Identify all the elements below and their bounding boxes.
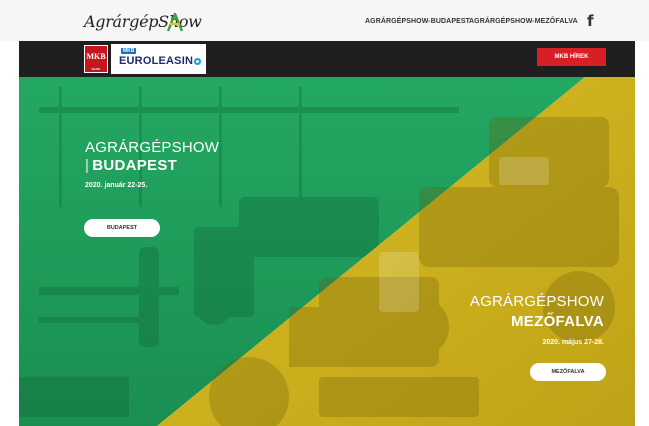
mezofalva-button[interactable]: MEZŐFALVA: [530, 363, 606, 381]
budapest-button[interactable]: BUDAPEST: [84, 219, 160, 237]
budapest-subtitle: BUDAPEST: [92, 157, 178, 174]
budapest-date: 2020. január 22-25.: [85, 182, 148, 189]
mezofalva-title: AGRÁRGÉPSHOW: [469, 293, 604, 310]
mezofalva-date: 2020. május 27-28.: [542, 339, 605, 346]
top-navigation: AgrárgépShow AGRÁRGÉPSHOW-BUDAPEST AGRÁR…: [0, 0, 649, 41]
budapest-title: AGRÁRGÉPSHOW: [85, 139, 220, 156]
facebook-icon[interactable]: f: [587, 12, 594, 30]
budapest-subtitle-block: | BUDAPEST: [85, 157, 177, 174]
nav-link-budapest[interactable]: AGRÁRGÉPSHOW-BUDAPEST: [365, 18, 470, 25]
logo-mark-icon: [166, 12, 184, 32]
page: AgrárgépShow AGRÁRGÉPSHOW-BUDAPEST AGRÁR…: [0, 0, 649, 426]
euroleasing-logo[interactable]: MKB EUROLEASIN: [111, 44, 206, 74]
mkb-logo[interactable]: MKB BANK: [84, 45, 108, 73]
euroleasing-name: EUROLEASIN: [119, 55, 194, 67]
euroleasing-o-icon: [194, 58, 202, 65]
mkb-logo-small-text: BANK: [91, 67, 101, 71]
nav-link-mezofalva[interactable]: AGRÁRGÉPSHOW-MEZŐFALVA: [469, 18, 578, 25]
mkb-logo-text: MKB: [86, 52, 106, 61]
mkb-news-button[interactable]: MKB HÍREK: [537, 48, 606, 66]
mezofalva-subtitle: MEZŐFALVA: [511, 313, 604, 330]
euroleasing-top-label: MKB: [121, 48, 137, 54]
budapest-divider: |: [85, 157, 90, 174]
euroleasing-wordmark: EUROLEASIN: [119, 55, 202, 67]
